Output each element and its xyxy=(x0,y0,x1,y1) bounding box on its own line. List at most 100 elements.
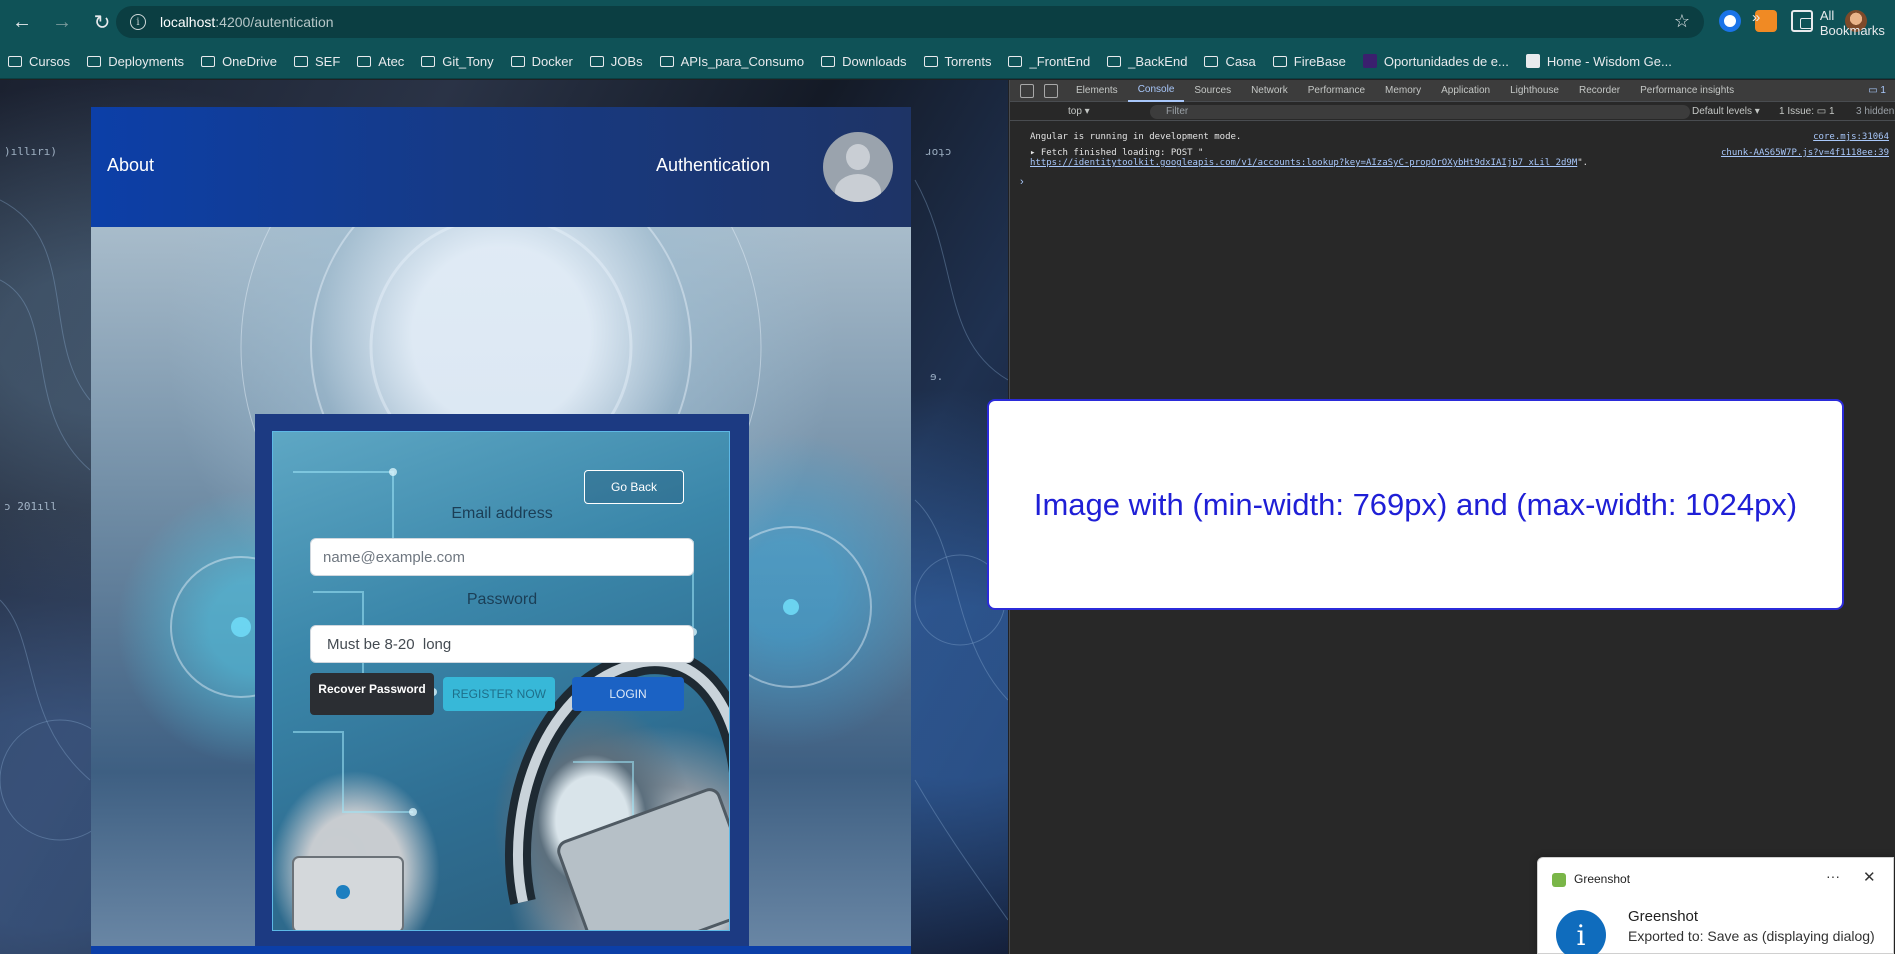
console-message: Angular is running in development mode. xyxy=(1030,132,1242,142)
bookmark-label: Oportunidades de e... xyxy=(1383,53,1509,69)
bookmark-item[interactable]: _FrontEnd xyxy=(1008,54,1090,69)
all-bookmarks[interactable]: All Bookmarks xyxy=(1800,8,1895,38)
bookmark-label: Cursos xyxy=(29,53,71,69)
devtools-tab-performance-insights[interactable]: Performance insights xyxy=(1630,80,1744,102)
issues-badge[interactable]: ▭ 1 xyxy=(1868,85,1886,96)
email-field[interactable] xyxy=(310,538,694,576)
console-filter-input[interactable]: Filter xyxy=(1150,105,1690,119)
svg-text:ɔ 201ıll: ɔ 201ıll xyxy=(4,500,57,513)
bookmark-item[interactable]: Atec xyxy=(357,54,404,69)
bookmark-star-icon[interactable]: ☆ xyxy=(1674,11,1690,32)
folder-icon xyxy=(87,55,102,67)
bookmark-label: Deployments xyxy=(108,53,185,69)
devtools-tab-application[interactable]: Application xyxy=(1431,80,1500,102)
log-levels-select[interactable]: Default levels ▾ xyxy=(1692,106,1760,117)
folder-icon xyxy=(821,55,836,67)
devtools-tab-lighthouse[interactable]: Lighthouse xyxy=(1500,80,1569,102)
bookmark-item[interactable]: Git_Tony xyxy=(421,53,494,69)
bookmark-item[interactable]: Downloads xyxy=(821,54,907,69)
page-viewport: )ıllırı) ɔ 201ıll ɹoʇɔ ɘ. About Authenti… xyxy=(0,80,1008,954)
bookmark-label: JOBs xyxy=(610,53,643,69)
bookmark-item[interactable]: Home - Wisdom Ge... xyxy=(1525,53,1672,69)
bookmarks-overflow-icon[interactable]: » xyxy=(1752,9,1760,26)
bookmark-item[interactable]: Docker xyxy=(510,53,573,69)
folder-icon xyxy=(659,55,674,67)
nav-authentication-link[interactable]: Authentication xyxy=(656,155,770,176)
folder-icon xyxy=(1107,55,1122,67)
bookmark-label: Git_Tony xyxy=(442,53,494,69)
app-container: About Authentication Go Back Email addre… xyxy=(91,107,911,954)
folder-icon xyxy=(357,55,372,67)
reload-icon[interactable]: ↻ xyxy=(84,4,120,40)
bookmark-item[interactable]: Deployments xyxy=(87,54,184,69)
console-filter-bar: top ▾ Filter Default levels ▾ 1 Issue: ▭… xyxy=(1010,103,1895,121)
login-form: Go Back Email address Password Recover P… xyxy=(272,431,730,931)
folder-icon xyxy=(1008,55,1023,67)
address-bar[interactable]: i localhost:4200/autentication ☆ xyxy=(116,6,1704,38)
register-button[interactable]: REGISTER NOW xyxy=(443,677,555,711)
password-field[interactable] xyxy=(310,625,694,663)
all-bookmarks-label: All Bookmarks xyxy=(1819,8,1885,38)
devtools-tabbar: Elements Console Sources Network Performance… xyxy=(1010,80,1895,102)
folder-icon xyxy=(421,55,436,67)
bookmark-label: OneDrive xyxy=(222,53,277,69)
more-options-icon[interactable]: ··· xyxy=(1826,868,1840,884)
bookmark-label: FireBase xyxy=(1293,53,1346,69)
forward-icon[interactable]: → xyxy=(44,4,80,40)
bookmark-item[interactable]: APIs_para_Consumo xyxy=(659,54,804,69)
bookmark-label: _BackEnd xyxy=(1128,53,1188,69)
recover-password-button[interactable]: Recover Password xyxy=(310,673,434,715)
bookmark-label: Torrents xyxy=(944,53,992,69)
bookmark-label: Home - Wisdom Ge... xyxy=(1546,53,1672,69)
bookmarks-bar: Cursos Deployments OneDrive SEF Atec Git_Tony… xyxy=(0,44,1895,79)
folder-icon xyxy=(293,55,308,67)
svg-text:)ıllırı): )ıllırı) xyxy=(4,145,57,158)
bookmark-item[interactable]: OneDrive xyxy=(201,54,277,69)
go-back-button[interactable]: Go Back xyxy=(584,470,684,504)
inspect-element-icon[interactable] xyxy=(1020,83,1034,98)
site-info-icon[interactable]: i xyxy=(130,14,146,30)
console-source-link[interactable]: chunk-AAS65W7P.js?v=4f1118ee:39 xyxy=(1721,148,1889,158)
console-message-tail: ". xyxy=(1577,158,1589,168)
bookmark-item[interactable]: Oportunidades de e... xyxy=(1362,53,1509,69)
console-message[interactable]: ▸ Fetch finished loading: POST " xyxy=(1030,148,1203,158)
request-url-link[interactable]: https://identitytoolkit.googleapis.com/v… xyxy=(1030,158,1577,168)
console-prompt-icon[interactable]: › xyxy=(1020,176,1024,188)
devtools-tab-elements[interactable]: Elements xyxy=(1066,80,1128,102)
devtools-tab-network[interactable]: Network xyxy=(1241,80,1298,102)
login-card: Go Back Email address Password Recover P… xyxy=(255,414,749,948)
notification-toast[interactable]: Greenshot ··· ✕ i Greenshot Exported to:… xyxy=(1537,857,1894,954)
bookmark-item[interactable]: Casa xyxy=(1204,54,1256,69)
bookmark-item[interactable]: FireBase xyxy=(1272,53,1346,69)
extension-icon[interactable] xyxy=(1719,10,1741,32)
context-select[interactable]: top ▾ xyxy=(1068,106,1090,117)
bookmark-label: Docker xyxy=(531,53,573,69)
devtools-tab-console[interactable]: Console xyxy=(1127,80,1185,102)
devtools-tab-performance[interactable]: Performance xyxy=(1298,80,1375,102)
bookmark-label: Atec xyxy=(378,53,405,69)
back-icon[interactable]: ← xyxy=(4,4,40,40)
close-icon[interactable]: ✕ xyxy=(1863,868,1876,886)
devtools-tab-memory[interactable]: Memory xyxy=(1375,80,1431,102)
folder-icon xyxy=(1272,55,1287,67)
devtools-tab-recorder[interactable]: Recorder xyxy=(1569,80,1630,102)
bookmark-item[interactable]: SEF xyxy=(293,53,341,69)
nav-about-link[interactable]: About xyxy=(107,155,154,176)
media-query-banner: Image with (min-width: 769px) and (max-w… xyxy=(987,399,1844,610)
bookmark-item[interactable]: JOBs xyxy=(589,53,643,69)
svg-text:ɹoʇɔ: ɹoʇɔ xyxy=(925,145,952,158)
device-toolbar-icon[interactable] xyxy=(1044,83,1058,98)
bookmark-item[interactable]: Cursos xyxy=(8,54,70,69)
login-button[interactable]: LOGIN xyxy=(572,677,684,711)
user-avatar-icon[interactable] xyxy=(823,132,893,202)
password-label: Password xyxy=(466,591,538,608)
bookmark-item[interactable]: Torrents xyxy=(923,53,992,69)
issues-counter[interactable]: 1 Issue: ▭ 1 xyxy=(1779,106,1835,117)
devtools-tab-sources[interactable]: Sources xyxy=(1184,80,1241,102)
console-source-link[interactable]: core.mjs:31064 xyxy=(1813,132,1889,142)
bookmark-label: SEF xyxy=(314,53,341,69)
folder-icon xyxy=(201,55,216,67)
email-label: Email address xyxy=(451,505,553,522)
bookmark-item[interactable]: _BackEnd xyxy=(1107,54,1187,69)
folder-icon xyxy=(1204,55,1219,67)
